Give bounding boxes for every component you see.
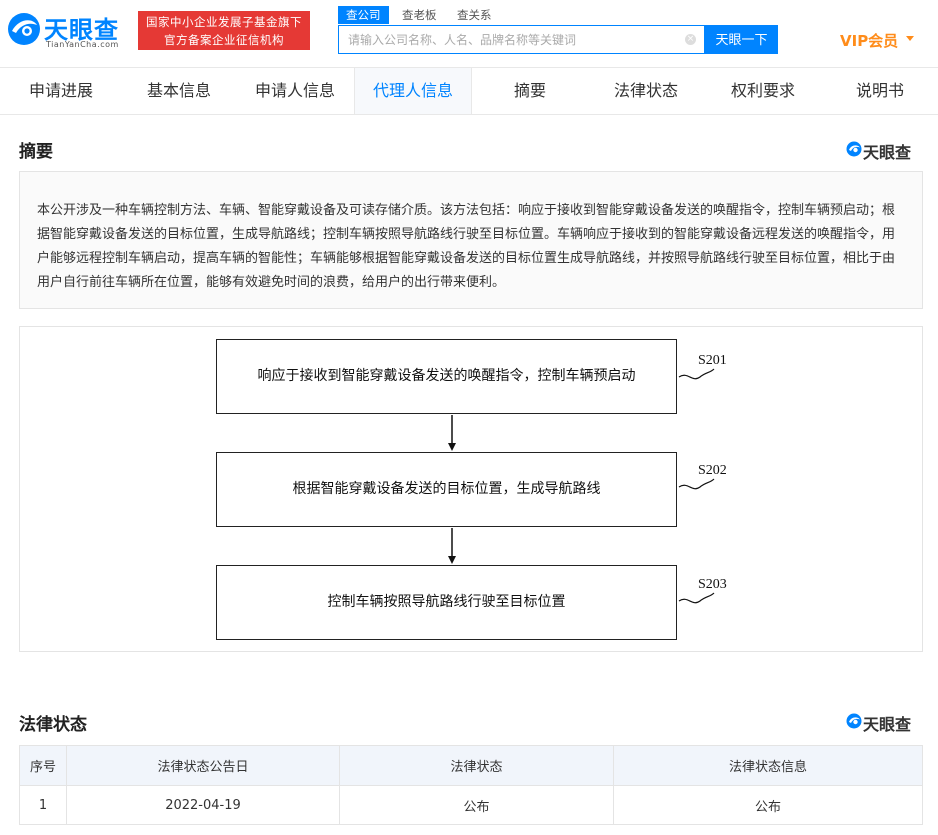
table-cell: 公布 [339, 785, 614, 825]
column-header: 法律状态 [339, 745, 614, 786]
brand-watermark: 天眼查 [846, 711, 926, 734]
legal-status-table: 序号 法律状态公告日 法律状态 法律状态信息 1 2022-04-19 公布 公… [19, 745, 923, 825]
search-box: × [338, 25, 705, 54]
clear-icon[interactable]: × [685, 34, 696, 45]
search-tab-boss[interactable]: 查老板 [402, 6, 437, 24]
tab-legal-status[interactable]: 法律状态 [588, 68, 704, 114]
step-label: S202 [698, 463, 727, 478]
tab-claims[interactable]: 权利要求 [704, 68, 822, 114]
brand-text: 天眼查 [863, 715, 912, 734]
vip-link[interactable]: VIP会员 [840, 30, 898, 51]
step-label: S203 [698, 577, 727, 592]
abstract-figure: 响应于接收到智能穿戴设备发送的唤醒指令，控制车辆预启动 S201 根据智能穿戴设… [19, 326, 923, 652]
tab-basic-info[interactable]: 基本信息 [122, 68, 236, 114]
search-tab-relation[interactable]: 查关系 [457, 6, 492, 24]
brand-eye-icon [846, 713, 862, 729]
table-row: 1 2022-04-19 公布 公布 [19, 785, 923, 825]
tab-applicant-info[interactable]: 申请人信息 [236, 68, 354, 114]
logo-subtext: TianYanCha.com [46, 40, 119, 49]
column-header: 法律状态信息 [613, 745, 923, 786]
site-logo[interactable]: 天眼查 TianYanCha.com [6, 8, 130, 54]
table-header-row: 序号 法律状态公告日 法律状态 法律状态信息 [19, 745, 923, 786]
tab-agent-info[interactable]: 代理人信息 [354, 68, 472, 114]
search-input[interactable] [339, 26, 679, 53]
flow-step-text: 控制车辆按照导航路线行驶至目标位置 [327, 594, 566, 610]
table-cell: 公布 [613, 785, 923, 825]
table-cell: 2022-04-19 [66, 785, 340, 825]
chevron-down-icon[interactable] [906, 36, 914, 41]
brand-eye-icon [846, 141, 862, 157]
top-header: 天眼查 TianYanCha.com 国家中小企业发展子基金旗下 官方备案企业征… [0, 0, 938, 68]
logo-eye-icon [8, 13, 40, 45]
abstract-title: 摘要 [19, 142, 53, 162]
detail-nav: 申请进展 基本信息 申请人信息 代理人信息 摘要 法律状态 权利要求 说明书 [0, 68, 938, 115]
legal-status-title: 法律状态 [19, 715, 87, 735]
flow-step-s203: 控制车辆按照导航路线行驶至目标位置 [216, 565, 677, 640]
abstract-text: 本公开涉及一种车辆控制方法、车辆、智能穿戴设备及可读存储介质。该方法包括：响应于… [19, 171, 923, 309]
brand-watermark: 天眼查 [846, 139, 926, 162]
tab-application-progress[interactable]: 申请进展 [0, 68, 122, 114]
table-cell: 1 [19, 785, 67, 825]
tab-abstract[interactable]: 摘要 [472, 68, 588, 114]
gov-badge-line2: 官方备案企业征信机构 [164, 33, 284, 47]
gov-badge: 国家中小企业发展子基金旗下 官方备案企业征信机构 [138, 11, 310, 50]
search-button[interactable]: 天眼一下 [705, 25, 778, 54]
flow-step-s201: 响应于接收到智能穿戴设备发送的唤醒指令，控制车辆预启动 [216, 339, 677, 414]
flow-step-s202: 根据智能穿戴设备发送的目标位置，生成导航路线 [216, 452, 677, 527]
search-tab-company[interactable]: 查公司 [338, 6, 389, 24]
flow-step-text: 根据智能穿戴设备发送的目标位置，生成导航路线 [292, 481, 601, 497]
gov-badge-line1: 国家中小企业发展子基金旗下 [146, 15, 302, 29]
tab-description[interactable]: 说明书 [822, 68, 938, 114]
flow-step-text: 响应于接收到智能穿戴设备发送的唤醒指令，控制车辆预启动 [257, 368, 636, 384]
step-label: S201 [698, 353, 727, 368]
brand-text: 天眼查 [863, 143, 912, 162]
column-header: 序号 [19, 745, 67, 786]
column-header: 法律状态公告日 [66, 745, 340, 786]
